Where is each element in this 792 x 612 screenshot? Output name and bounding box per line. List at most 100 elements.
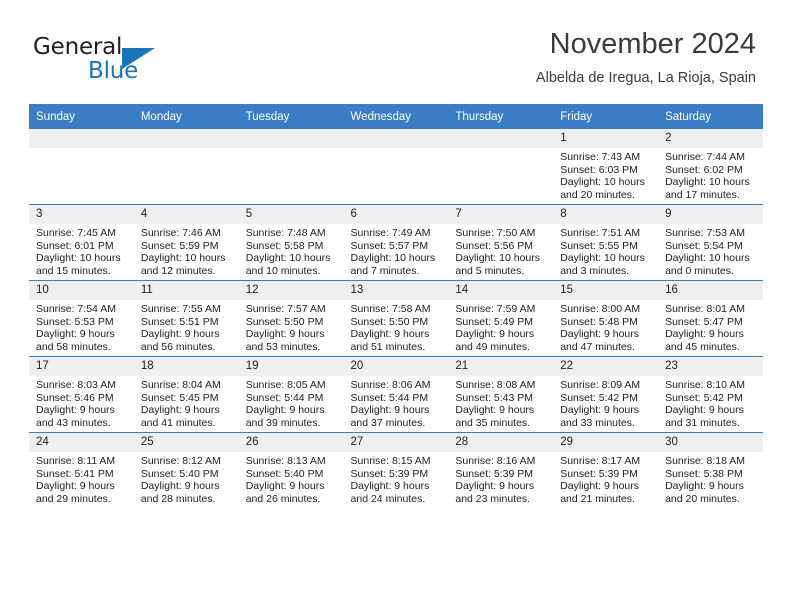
calendar-day-cell[interactable]: 26 Sunrise: 8:13 AM Sunset: 5:40 PM Dayligh… [238, 432, 344, 508]
sunset-text: Sunset: 5:53 PM [36, 315, 114, 328]
day-cell-inner: 25 Sunrise: 8:12 AM Sunset: 5:40 PM Dayligh… [133, 433, 239, 508]
sunrise-text: Sunrise: 8:04 AM [140, 379, 221, 391]
calendar-day-cell[interactable]: 28 Sunrise: 8:16 AM Sunset: 5:39 PM Dayligh… [448, 432, 554, 508]
day-cell-inner: 2 Sunrise: 7:44 AM Sunset: 6:02 PM Daylight… [658, 129, 763, 204]
daylight-text: Daylight: 9 hours and 37 minutes. [350, 404, 430, 429]
sunset-text: Sunset: 5:58 PM [245, 239, 324, 252]
day-cell-inner: 21 Sunrise: 8:08 AM Sunset: 5:43 PM Dayligh… [448, 357, 554, 432]
daylight-text: Daylight: 9 hours and 26 minutes. [245, 480, 325, 505]
day-cell-inner: 8 Sunrise: 7:51 AM Sunset: 5:55 PM Daylight… [553, 205, 659, 280]
calendar-day-cell[interactable]: 27 Sunrise: 8:15 AM Sunset: 5:39 PM Dayligh… [343, 432, 449, 508]
calendar-day-cell[interactable]: 23 Sunrise: 8:10 AM Sunset: 5:42 PM Dayligh… [658, 356, 763, 433]
calendar-day-cell[interactable]: 18 Sunrise: 8:04 AM Sunset: 5:45 PM Dayligh… [133, 356, 239, 433]
day-number: 18 [133, 357, 239, 376]
day-cell-inner: 9 Sunrise: 7:53 AM Sunset: 5:54 PM Daylight… [658, 205, 763, 280]
calendar-day-cell[interactable]: 22 Sunrise: 8:09 AM Sunset: 5:42 PM Dayligh… [553, 356, 659, 433]
day-number: 2 [658, 129, 763, 148]
day-cell-inner [133, 129, 239, 204]
calendar-day-cell[interactable]: 25 Sunrise: 8:12 AM Sunset: 5:40 PM Dayligh… [133, 432, 239, 508]
calendar-header-row: Sunday Monday Tuesday Wednesday Thursday… [29, 104, 763, 129]
daylight-text: Daylight: 10 hours and 17 minutes. [665, 176, 750, 201]
sunrise-text: Sunrise: 8:18 AM [665, 455, 746, 467]
day-details: Sunrise: 8:06 AM Sunset: 5:44 PM Daylight:… [344, 376, 449, 429]
sunset-text: Sunset: 5:56 PM [455, 239, 534, 252]
calendar-day-cell[interactable]: 2 Sunrise: 7:44 AM Sunset: 6:02 PM Daylight… [658, 129, 763, 205]
calendar-day-cell[interactable]: 6 Sunrise: 7:49 AM Sunset: 5:57 PM Daylight… [343, 204, 449, 281]
title-block: November 2024 Albelda de Iregua, La Rioj… [536, 28, 756, 86]
calendar-day-cell-empty [343, 129, 449, 205]
sunrise-text: Sunrise: 8:09 AM [560, 379, 641, 391]
sunset-text: Sunset: 5:47 PM [665, 315, 743, 328]
calendar-day-cell[interactable]: 21 Sunrise: 8:08 AM Sunset: 5:43 PM Dayligh… [448, 356, 554, 433]
day-details: Sunrise: 8:00 AM Sunset: 5:48 PM Daylight:… [553, 300, 658, 353]
day-number [448, 129, 554, 148]
calendar-day-cell[interactable]: 30 Sunrise: 8:18 AM Sunset: 5:38 PM Dayligh… [658, 432, 763, 508]
sunset-text: Sunset: 5:44 PM [245, 391, 324, 404]
calendar-day-cell[interactable]: 5 Sunrise: 7:48 AM Sunset: 5:58 PM Daylight… [238, 204, 344, 281]
sunset-text: Sunset: 6:01 PM [36, 239, 114, 252]
weekday-header-wednesday: Wednesday [343, 104, 449, 129]
calendar-day-cell[interactable]: 17 Sunrise: 8:03 AM Sunset: 5:46 PM Dayligh… [29, 356, 134, 433]
sunset-text: Sunset: 5:55 PM [560, 239, 638, 252]
day-number [133, 129, 239, 148]
day-number: 12 [238, 281, 344, 300]
day-details: Sunrise: 8:10 AM Sunset: 5:42 PM Daylight:… [658, 376, 763, 429]
calendar-day-cell[interactable]: 1 Sunrise: 7:43 AM Sunset: 6:03 PM Daylight… [553, 129, 659, 205]
day-cell-inner: 14 Sunrise: 7:59 AM Sunset: 5:49 PM Dayligh… [448, 281, 554, 356]
calendar-day-cell[interactable]: 15 Sunrise: 8:00 AM Sunset: 5:48 PM Dayligh… [553, 280, 659, 357]
calendar-week-row: 10 Sunrise: 7:54 AM Sunset: 5:53 PM Dayligh… [29, 280, 763, 357]
brand-name-general: General [33, 34, 123, 60]
sunrise-text: Sunrise: 7:48 AM [245, 227, 326, 239]
calendar-day-cell[interactable]: 4 Sunrise: 7:46 AM Sunset: 5:59 PM Daylight… [133, 204, 239, 281]
calendar-day-cell[interactable]: 3 Sunrise: 7:45 AM Sunset: 6:01 PM Daylight… [29, 204, 134, 281]
weekday-header-thursday: Thursday [448, 104, 554, 129]
day-cell-inner: 30 Sunrise: 8:18 AM Sunset: 5:38 PM Dayligh… [658, 433, 763, 508]
calendar-week-row: 1 Sunrise: 7:43 AM Sunset: 6:03 PM Daylight… [29, 129, 763, 205]
sunset-text: Sunset: 5:44 PM [350, 391, 429, 404]
day-details: Sunrise: 7:58 AM Sunset: 5:50 PM Daylight:… [344, 300, 449, 353]
calendar-day-cell[interactable]: 19 Sunrise: 8:05 AM Sunset: 5:44 PM Dayligh… [238, 356, 344, 433]
daylight-text: Daylight: 9 hours and 51 minutes. [350, 328, 430, 353]
day-details: Sunrise: 8:01 AM Sunset: 5:47 PM Daylight:… [658, 300, 763, 353]
daylight-text: Daylight: 9 hours and 41 minutes. [140, 404, 220, 429]
calendar-day-cell[interactable]: 29 Sunrise: 8:17 AM Sunset: 5:39 PM Dayligh… [553, 432, 659, 508]
daylight-text: Daylight: 9 hours and 35 minutes. [455, 404, 535, 429]
sunrise-text: Sunrise: 8:00 AM [560, 303, 641, 315]
daylight-text: Daylight: 10 hours and 10 minutes. [245, 252, 331, 277]
calendar-day-cell[interactable]: 10 Sunrise: 7:54 AM Sunset: 5:53 PM Dayligh… [29, 280, 134, 357]
sunrise-text: Sunrise: 8:08 AM [455, 379, 536, 391]
calendar-day-cell[interactable]: 14 Sunrise: 7:59 AM Sunset: 5:49 PM Dayligh… [448, 280, 554, 357]
sunrise-text: Sunrise: 7:43 AM [560, 151, 641, 163]
calendar-day-cell[interactable]: 12 Sunrise: 7:57 AM Sunset: 5:50 PM Dayligh… [238, 280, 344, 357]
calendar-day-cell[interactable]: 9 Sunrise: 7:53 AM Sunset: 5:54 PM Daylight… [658, 204, 763, 281]
calendar-day-cell[interactable]: 11 Sunrise: 7:55 AM Sunset: 5:51 PM Dayligh… [133, 280, 239, 357]
day-cell-inner: 10 Sunrise: 7:54 AM Sunset: 5:53 PM Dayligh… [29, 281, 134, 356]
day-cell-inner: 26 Sunrise: 8:13 AM Sunset: 5:40 PM Dayligh… [238, 433, 344, 508]
calendar-day-cell[interactable]: 7 Sunrise: 7:50 AM Sunset: 5:56 PM Daylight… [448, 204, 554, 281]
sunset-text: Sunset: 5:42 PM [665, 391, 743, 404]
sunrise-text: Sunrise: 8:13 AM [245, 455, 326, 467]
sunrise-text: Sunrise: 7:49 AM [350, 227, 431, 239]
calendar-day-cell[interactable]: 16 Sunrise: 8:01 AM Sunset: 5:47 PM Dayligh… [658, 280, 763, 357]
day-cell-inner: 12 Sunrise: 7:57 AM Sunset: 5:50 PM Dayligh… [238, 281, 344, 356]
daylight-text: Daylight: 9 hours and 47 minutes. [560, 328, 640, 353]
daylight-text: Daylight: 9 hours and 33 minutes. [560, 404, 640, 429]
daylight-text: Daylight: 9 hours and 20 minutes. [665, 480, 744, 505]
day-number: 30 [658, 433, 763, 452]
calendar-week-row: 24 Sunrise: 8:11 AM Sunset: 5:41 PM Dayligh… [29, 432, 763, 508]
sunset-text: Sunset: 5:48 PM [560, 315, 638, 328]
day-cell-inner: 29 Sunrise: 8:17 AM Sunset: 5:39 PM Dayligh… [553, 433, 659, 508]
daylight-text: Daylight: 10 hours and 20 minutes. [560, 176, 645, 201]
day-number: 13 [343, 281, 449, 300]
day-details: Sunrise: 8:05 AM Sunset: 5:44 PM Daylight:… [239, 376, 344, 429]
calendar-day-cell[interactable]: 20 Sunrise: 8:06 AM Sunset: 5:44 PM Dayligh… [343, 356, 449, 433]
calendar-day-cell[interactable]: 24 Sunrise: 8:11 AM Sunset: 5:41 PM Dayligh… [29, 432, 134, 508]
brand-logo[interactable]: General Blue [33, 36, 233, 86]
calendar-day-cell-empty [448, 129, 554, 205]
calendar-day-cell[interactable]: 13 Sunrise: 7:58 AM Sunset: 5:50 PM Dayligh… [343, 280, 449, 357]
daylight-text: Daylight: 10 hours and 7 minutes. [350, 252, 436, 277]
day-number: 24 [29, 433, 134, 452]
sunset-text: Sunset: 6:03 PM [560, 163, 638, 176]
calendar-day-cell[interactable]: 8 Sunrise: 7:51 AM Sunset: 5:55 PM Daylight… [553, 204, 659, 281]
day-cell-inner: 28 Sunrise: 8:16 AM Sunset: 5:39 PM Dayligh… [448, 433, 554, 508]
